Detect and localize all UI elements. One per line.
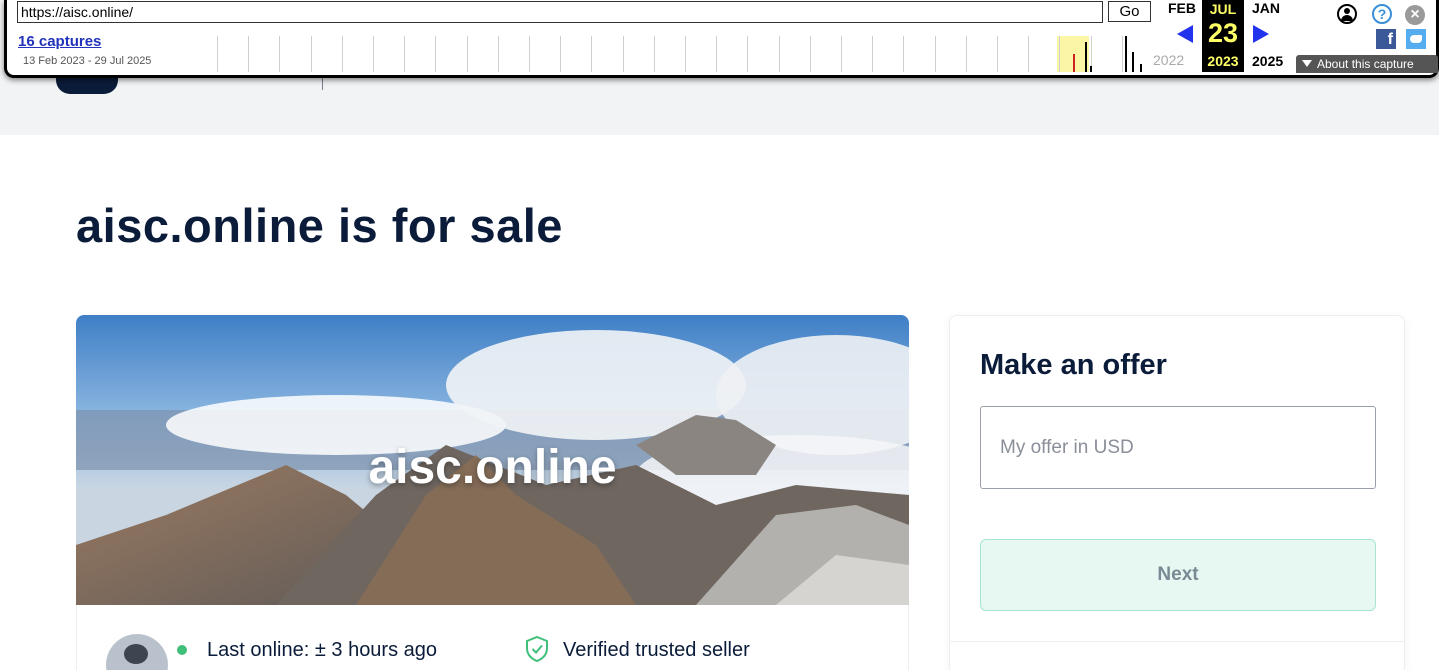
month-tick [1028,36,1030,72]
capture-sparkline[interactable] [207,36,1147,72]
current-day: 23 [1207,18,1239,48]
avatar [106,634,168,670]
offer-title: Make an offer [980,349,1167,381]
month-tick [497,36,499,72]
help-icon[interactable]: ? [1372,4,1392,24]
caret-down-icon [1302,60,1312,67]
page-title-rest: is for sale [324,199,563,252]
capture-mark [1090,66,1092,72]
month-tick [716,36,718,72]
capture-mark [1132,52,1134,72]
month-tick [747,36,749,72]
about-capture-button[interactable]: About this capture [1296,55,1438,73]
online-status-dot [177,645,187,655]
next-button[interactable]: Next [980,539,1376,611]
month-tick [217,36,218,72]
month-tick [310,36,312,72]
offer-panel: Make an offer Next [949,315,1405,670]
offer-amount-input[interactable] [980,406,1376,489]
captures-link[interactable]: 16 captures [18,33,101,50]
hero-domain-name: aisc.online [368,441,617,494]
month-tick [529,36,530,72]
capture-date-range: 13 Feb 2023 - 29 Jul 2025 [23,55,152,67]
month-tick [591,36,593,72]
month-tick [248,36,250,72]
current-year: 2023 [1207,53,1239,69]
go-button[interactable]: Go [1108,1,1151,22]
next-month-label[interactable]: JAN [1252,0,1280,16]
month-tick [1059,36,1061,72]
month-tick [560,36,562,72]
month-tick [279,36,281,72]
month-tick [653,36,655,72]
month-tick [435,36,437,72]
twitter-icon[interactable] [1406,29,1426,49]
capture-mark [1073,54,1075,72]
month-tick [404,36,406,72]
page-title: aisc.online is for sale [76,198,563,253]
month-tick [809,36,811,72]
prev-capture-arrow-icon[interactable] [1177,25,1193,43]
user-icon[interactable] [1337,4,1357,24]
close-icon[interactable]: × [1405,5,1425,25]
capture-mark [1085,42,1087,72]
month-tick [841,36,842,72]
capture-mark [1125,36,1127,72]
seller-info-bar: Last online: ± 3 hours ago Verified trus… [76,605,909,670]
prev-year-label[interactable]: 2022 [1153,52,1184,68]
month-tick [1121,36,1123,72]
month-tick [622,36,624,72]
facebook-icon[interactable]: f [1376,29,1396,49]
wayback-toolbar: Go 16 captures 13 Feb 2023 - 29 Jul 2025… [4,0,1439,78]
month-tick [778,36,780,72]
month-tick [466,36,468,72]
last-online-text: Last online: ± 3 hours ago [207,639,438,661]
month-tick [373,36,374,72]
month-tick [685,36,686,72]
month-tick [903,36,905,72]
capture-mark [1140,64,1142,72]
month-tick [934,36,936,72]
month-tick [872,36,874,72]
next-capture-arrow-icon[interactable] [1253,25,1269,43]
page-title-domain: aisc.online [76,199,325,252]
verified-seller-text: Verified trusted seller [563,639,750,661]
month-tick [341,36,343,72]
month-tick [997,36,998,72]
about-capture-label: About this capture [1317,57,1414,71]
prev-month-label[interactable]: FEB [1168,0,1196,16]
offer-divider [950,641,1404,642]
verified-shield-icon [526,635,548,663]
current-capture-date: JUL 23 2023 [1202,0,1244,72]
month-tick [965,36,967,72]
current-month: JUL [1209,1,1237,17]
next-year-label[interactable]: 2025 [1252,53,1283,69]
wayback-url-input[interactable] [17,1,1103,23]
domain-hero-image: aisc.online [76,315,909,605]
